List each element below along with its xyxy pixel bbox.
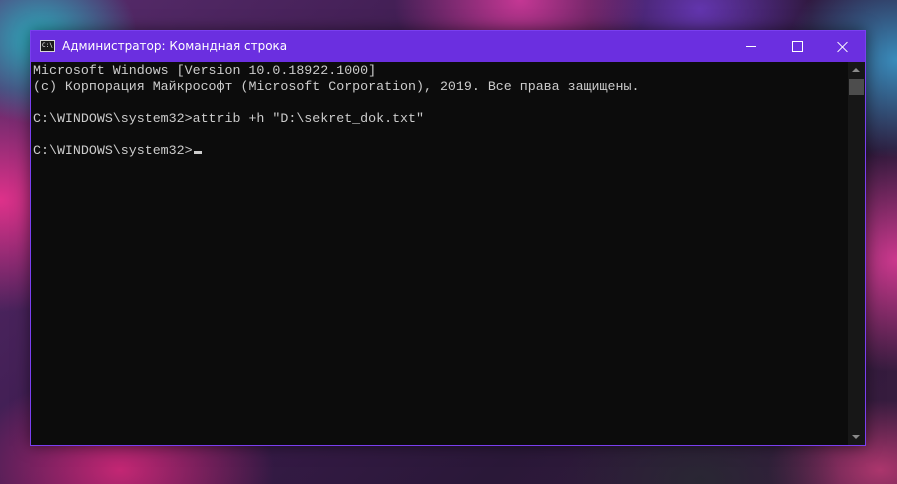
text-cursor bbox=[193, 151, 202, 154]
maximize-button[interactable] bbox=[774, 31, 820, 62]
scroll-up-icon[interactable] bbox=[852, 68, 860, 72]
console-line-command: C:\WINDOWS\system32>attrib +h "D:\sekret… bbox=[33, 111, 424, 126]
close-icon bbox=[837, 41, 849, 53]
console-output[interactable]: Microsoft Windows [Version 10.0.18922.10… bbox=[31, 62, 848, 445]
minimize-icon bbox=[746, 46, 756, 47]
console-line-version: Microsoft Windows [Version 10.0.18922.10… bbox=[33, 63, 377, 78]
command-prompt-window[interactable]: C:\ Администратор: Командная строка Micr… bbox=[30, 30, 866, 446]
vertical-scrollbar[interactable] bbox=[848, 62, 865, 445]
cmd-icon-label: C:\ bbox=[42, 42, 53, 49]
window-title: Администратор: Командная строка bbox=[62, 39, 288, 53]
scroll-thumb[interactable] bbox=[849, 79, 864, 95]
console-line-copyright: (c) Корпорация Майкрософт (Microsoft Cor… bbox=[33, 79, 640, 94]
maximize-icon bbox=[791, 41, 803, 52]
title-bar[interactable]: C:\ Администратор: Командная строка bbox=[31, 31, 865, 62]
scroll-down-icon[interactable] bbox=[852, 435, 860, 439]
minimize-button[interactable] bbox=[728, 31, 774, 62]
cmd-icon[interactable]: C:\ bbox=[40, 40, 55, 52]
prompt-text: C:\WINDOWS\system32> bbox=[33, 143, 193, 158]
console-line-prompt[interactable]: C:\WINDOWS\system32> bbox=[33, 143, 202, 159]
close-button[interactable] bbox=[820, 31, 866, 62]
